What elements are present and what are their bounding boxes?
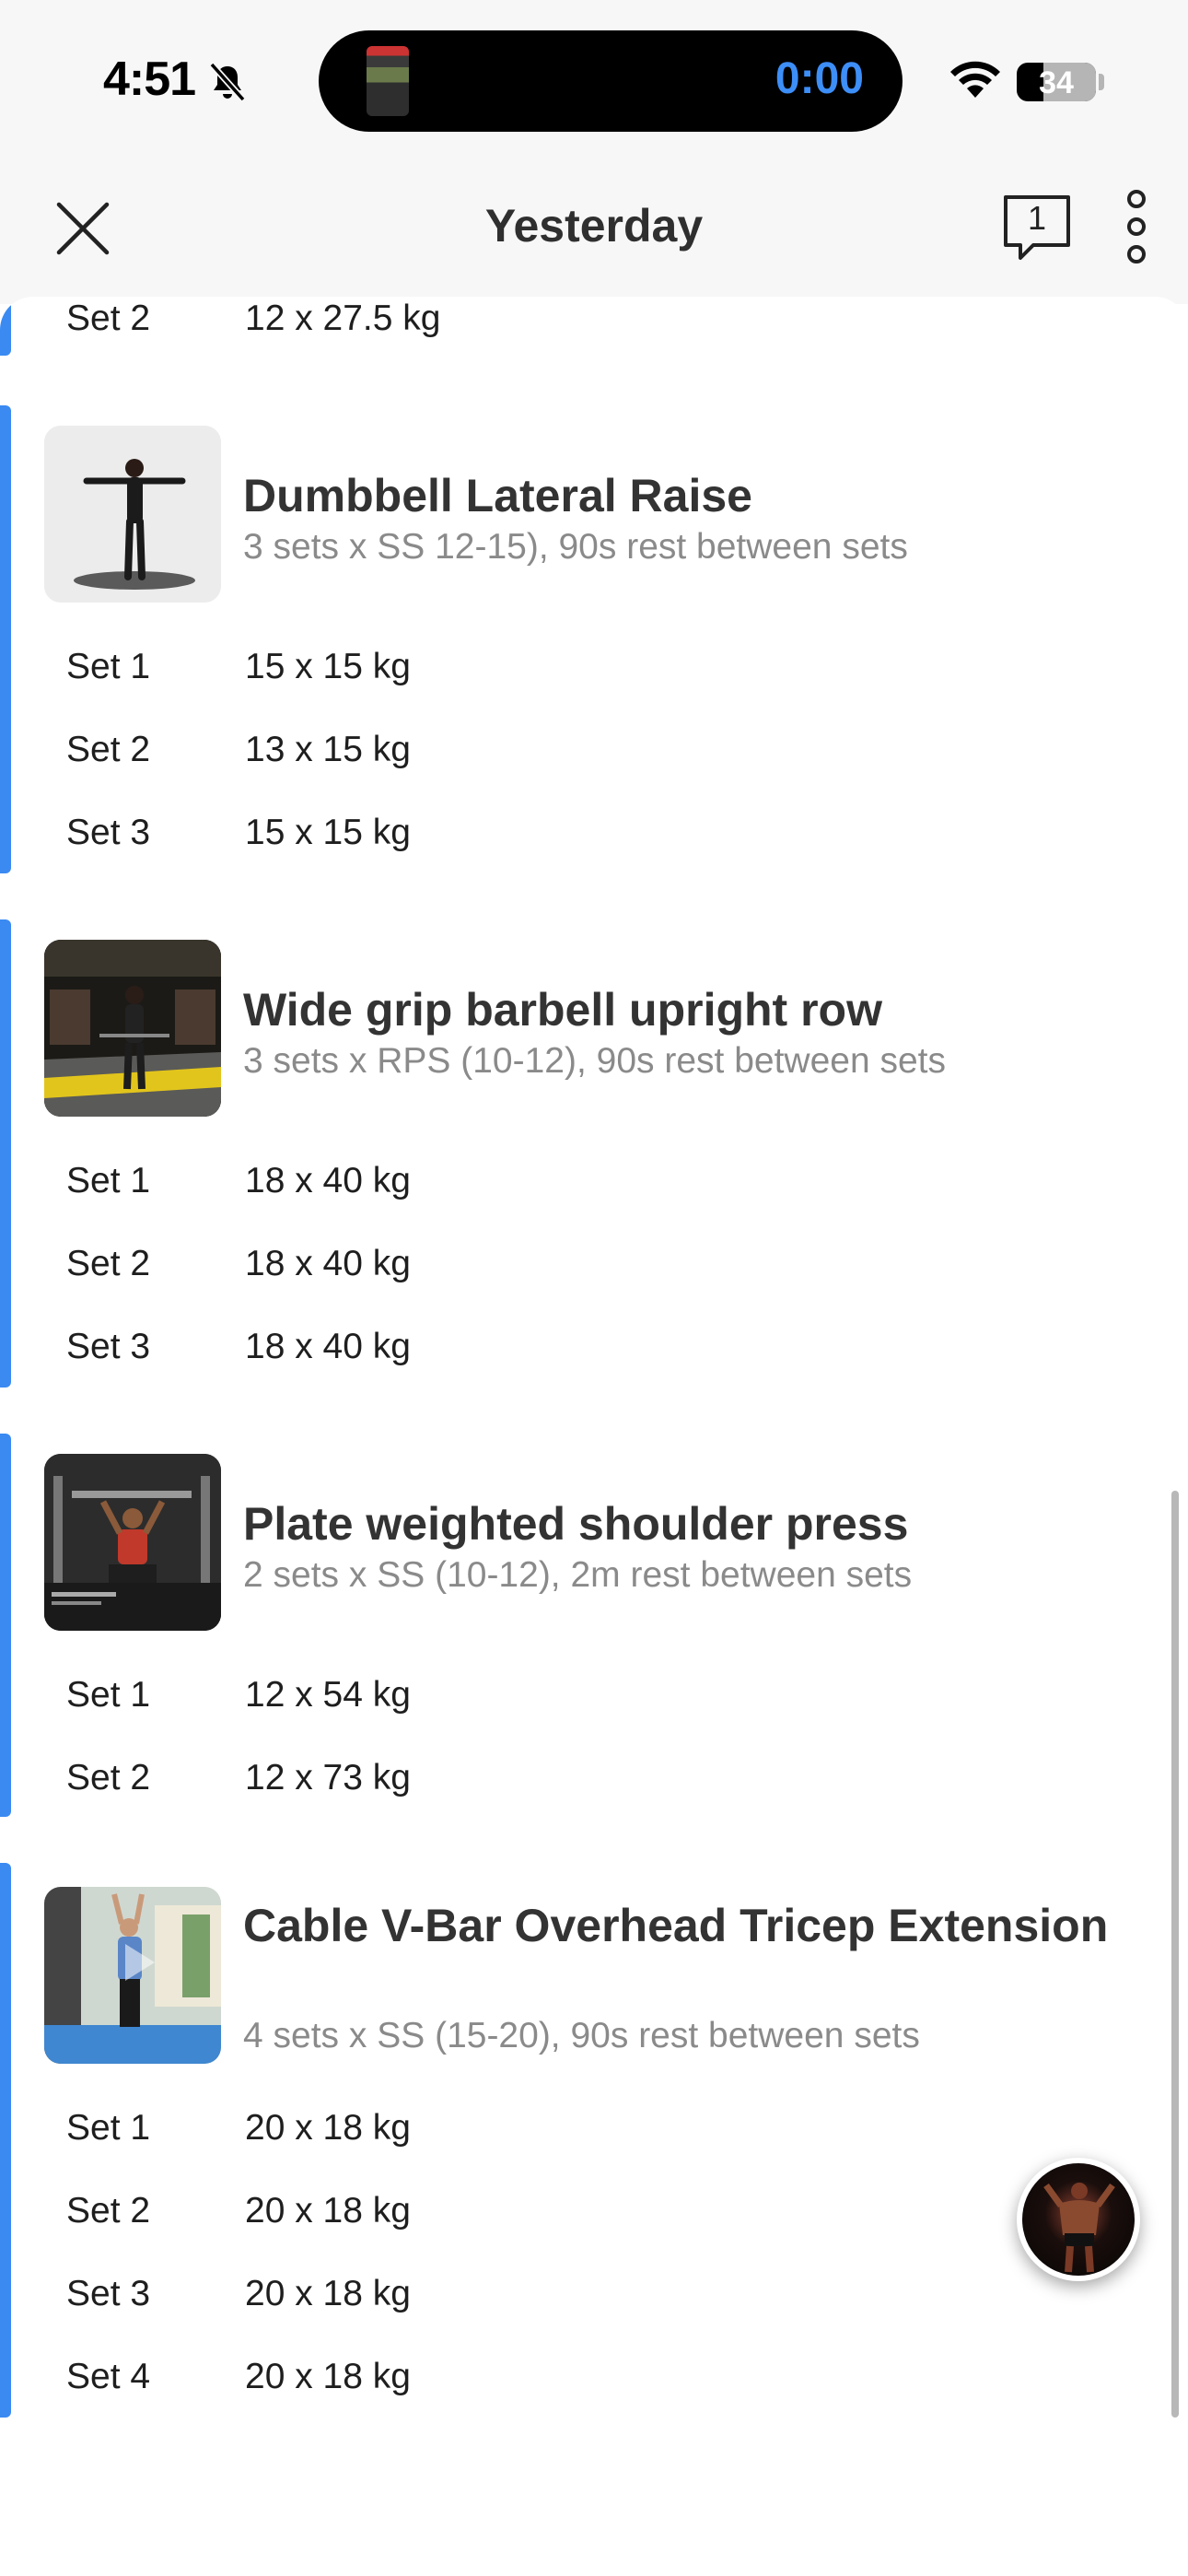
- exercise-thumbnail[interactable]: [44, 1887, 221, 2064]
- set-row[interactable]: Set 1 12 x 54 kg: [66, 1675, 411, 1715]
- set-value: 12 x 27.5 kg: [245, 299, 441, 338]
- set-row[interactable]: Set 1 15 x 15 kg: [66, 647, 411, 687]
- status-time: 4:51: [103, 53, 196, 106]
- set-value: 20 x 18 kg: [245, 2191, 411, 2231]
- exercise-thumbnail[interactable]: [44, 1454, 221, 1631]
- set-value: 15 x 15 kg: [245, 813, 411, 852]
- exercise-accent-bar: [0, 1434, 11, 1817]
- set-label: Set 2: [66, 299, 151, 338]
- set-row[interactable]: Set 2 12 x 73 kg: [66, 1758, 411, 1798]
- tricep-extension-video: [44, 1887, 221, 2064]
- more-vertical-icon[interactable]: [1116, 188, 1157, 265]
- set-label: Set 2: [66, 1244, 151, 1283]
- set-label: Set 1: [66, 1675, 151, 1715]
- set-row[interactable]: Set 1 18 x 40 kg: [66, 1161, 411, 1201]
- exercise-name[interactable]: Dumbbell Lateral Raise: [243, 466, 1109, 525]
- set-row[interactable]: Set 2 13 x 15 kg: [66, 730, 411, 770]
- battery-level: 34: [1039, 65, 1074, 100]
- live-activity-thumbnail: [367, 46, 409, 116]
- shoulder-press-photo: [44, 1454, 221, 1631]
- set-value: 15 x 15 kg: [245, 647, 411, 686]
- set-row[interactable]: Set 1 20 x 18 kg: [66, 2108, 411, 2149]
- battery-nub: [1099, 74, 1104, 90]
- comments-button[interactable]: 1: [1000, 192, 1074, 265]
- battery-icon: 34: [1017, 63, 1096, 101]
- exercise-thumbnail[interactable]: [44, 426, 221, 603]
- dynamic-island[interactable]: 0:00: [319, 30, 903, 132]
- wifi-icon: [950, 61, 1000, 98]
- exercise-accent-bar: [0, 405, 11, 873]
- set-value: 13 x 15 kg: [245, 730, 411, 769]
- set-row[interactable]: Set 2 18 x 40 kg: [66, 1244, 411, 1284]
- set-row[interactable]: Set 2 20 x 18 kg: [66, 2191, 411, 2231]
- set-label: Set 1: [66, 647, 151, 686]
- exercise-prescription: 4 sets x SS (15-20), 90s rest between se…: [243, 2016, 920, 2055]
- bell-muted-icon: [209, 62, 246, 102]
- exercise-name[interactable]: Plate weighted shoulder press: [243, 1494, 1109, 1553]
- set-row[interactable]: Set 2 12 x 27.5 kg: [66, 299, 440, 339]
- set-value: 12 x 73 kg: [245, 1758, 411, 1797]
- coach-chat-button[interactable]: [1017, 2158, 1140, 2281]
- set-value: 20 x 18 kg: [245, 2357, 411, 2396]
- exercise-prescription: 3 sets x RPS (10-12), 90s rest between s…: [243, 1041, 947, 1081]
- exercise-accent-bar: [0, 1863, 11, 2418]
- set-value: 20 x 18 kg: [245, 2274, 411, 2313]
- exercise-accent-bar: [0, 919, 11, 1388]
- set-label: Set 1: [66, 1161, 151, 1200]
- set-value: 12 x 54 kg: [245, 1675, 411, 1715]
- set-value: 18 x 40 kg: [245, 1327, 411, 1366]
- workout-log-screen: 4:51 0:00 34 Yesterday 1 Set 2 12 x 27.5…: [0, 0, 1188, 2576]
- exercise-name[interactable]: Wide grip barbell upright row: [243, 980, 1109, 1039]
- coach-avatar: [1022, 2163, 1135, 2276]
- set-row[interactable]: Set 3 15 x 15 kg: [66, 813, 411, 853]
- set-value: 18 x 40 kg: [245, 1244, 411, 1283]
- status-bar: 4:51 0:00 34: [0, 0, 1188, 166]
- set-label: Set 4: [66, 2357, 151, 2396]
- set-label: Set 2: [66, 730, 151, 769]
- set-value: 18 x 40 kg: [245, 1161, 411, 1200]
- set-row[interactable]: Set 4 20 x 18 kg: [66, 2357, 411, 2397]
- set-label: Set 3: [66, 813, 151, 852]
- exercise-prescription: 2 sets x SS (10-12), 2m rest between set…: [243, 1555, 913, 1595]
- woman-lateral-raise-photo: [44, 426, 221, 603]
- exercise-thumbnail[interactable]: [44, 940, 221, 1117]
- set-value: 20 x 18 kg: [245, 2108, 411, 2148]
- set-label: Set 3: [66, 1327, 151, 1366]
- set-label: Set 2: [66, 2191, 151, 2231]
- nav-bar: Yesterday 1: [0, 166, 1188, 304]
- coach-avatar-image: [1043, 2183, 1115, 2273]
- exercise-name[interactable]: Cable V-Bar Overhead Tricep Extension: [243, 1896, 1109, 1955]
- workout-sheet[interactable]: Set 2 12 x 27.5 kg Dumbbell Lateral Raise…: [0, 297, 1188, 2576]
- exercise-prescription: 3 sets x SS 12-15), 90s rest between set…: [243, 527, 908, 567]
- set-label: Set 1: [66, 2108, 151, 2148]
- set-label: Set 3: [66, 2274, 151, 2313]
- gym-upright-row-photo: [44, 940, 221, 1117]
- set-row[interactable]: Set 3 18 x 40 kg: [66, 1327, 411, 1367]
- set-row[interactable]: Set 3 20 x 18 kg: [66, 2274, 411, 2314]
- live-activity-timer: 0:00: [775, 54, 864, 103]
- set-label: Set 2: [66, 1758, 151, 1797]
- exercise-accent-bar: [0, 297, 11, 356]
- comment-count: 1: [1027, 199, 1047, 237]
- scrollbar[interactable]: [1171, 1491, 1179, 2418]
